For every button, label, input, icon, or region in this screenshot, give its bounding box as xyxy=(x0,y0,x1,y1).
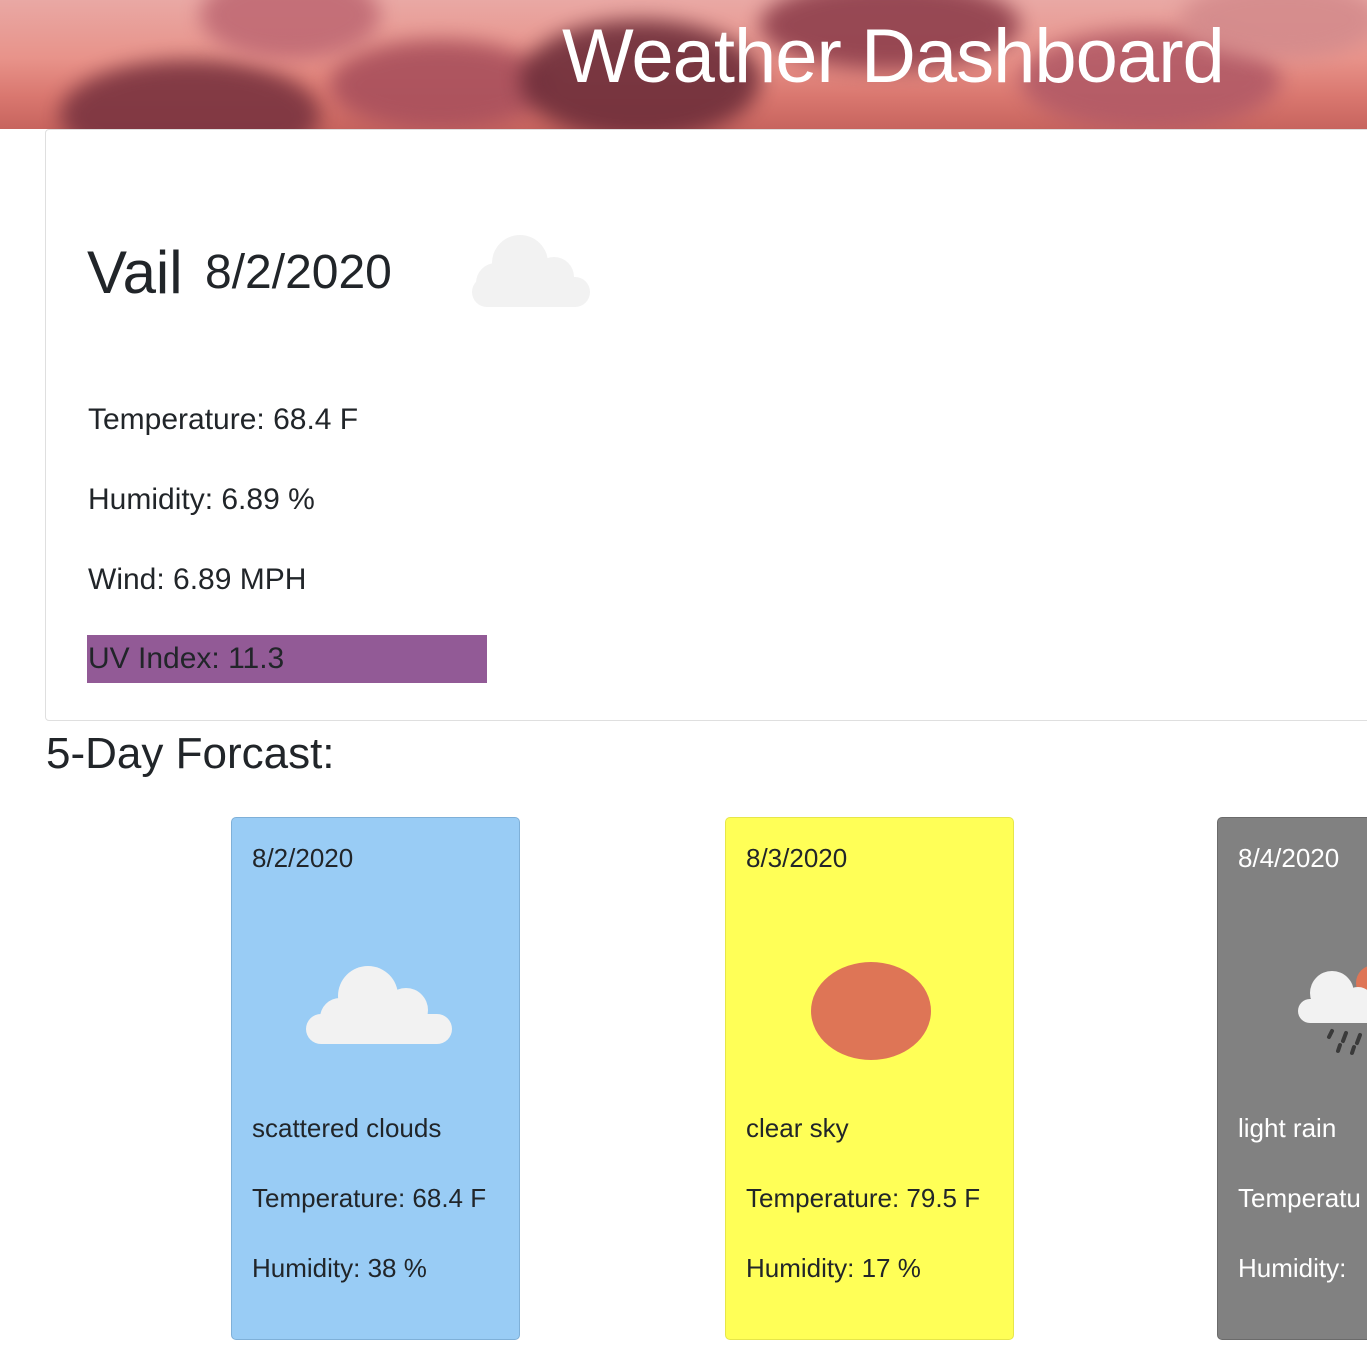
uv-index-label: UV Index: 11.3 xyxy=(88,642,285,675)
forecast-card: 8/4/2020 light rain Temperatu Humidity: xyxy=(1217,817,1367,1340)
forecast-temperature: Temperatu xyxy=(1238,1183,1361,1213)
forecast-card: 8/2/2020 scattered clouds Temperature: 6… xyxy=(231,817,520,1340)
page-title: Weather Dashboard xyxy=(562,14,1225,99)
forecast-temperature: Temperature: 79.5 F xyxy=(746,1183,981,1213)
current-wind: Wind: 6.89 MPH xyxy=(88,563,307,596)
banner-cloud xyxy=(200,0,380,60)
forecast-date: 8/3/2020 xyxy=(746,843,848,873)
rain-icon xyxy=(1296,963,1367,1068)
current-temperature: Temperature: 68.4 F xyxy=(88,403,359,436)
current-humidity: Humidity: 6.89 % xyxy=(88,483,315,516)
forecast-humidity: Humidity: 38 % xyxy=(252,1253,427,1283)
forecast-humidity: Humidity: 17 % xyxy=(746,1253,921,1283)
city-name: Vail xyxy=(87,239,183,306)
forecast-date: 8/2/2020 xyxy=(252,843,354,873)
current-date: 8/2/2020 xyxy=(205,246,392,299)
forecast-date: 8/4/2020 xyxy=(1238,843,1340,873)
banner-cloud xyxy=(60,60,320,129)
header-banner: Weather Dashboard xyxy=(0,0,1367,129)
forecast-temperature: Temperature: 68.4 F xyxy=(252,1183,487,1213)
forecast-description: scattered clouds xyxy=(252,1113,442,1143)
forecast-description: light rain xyxy=(1238,1113,1337,1143)
cloud-icon xyxy=(462,225,592,320)
sun-icon xyxy=(810,960,932,1067)
forecast-heading: 5-Day Forcast: xyxy=(46,729,335,778)
forecast-humidity: Humidity: xyxy=(1238,1253,1347,1283)
banner-cloud xyxy=(330,40,550,129)
cloud-icon xyxy=(302,958,452,1053)
forecast-description: clear sky xyxy=(746,1113,849,1143)
forecast-card: 8/3/2020 clear sky Temperature: 79.5 F H… xyxy=(725,817,1014,1340)
